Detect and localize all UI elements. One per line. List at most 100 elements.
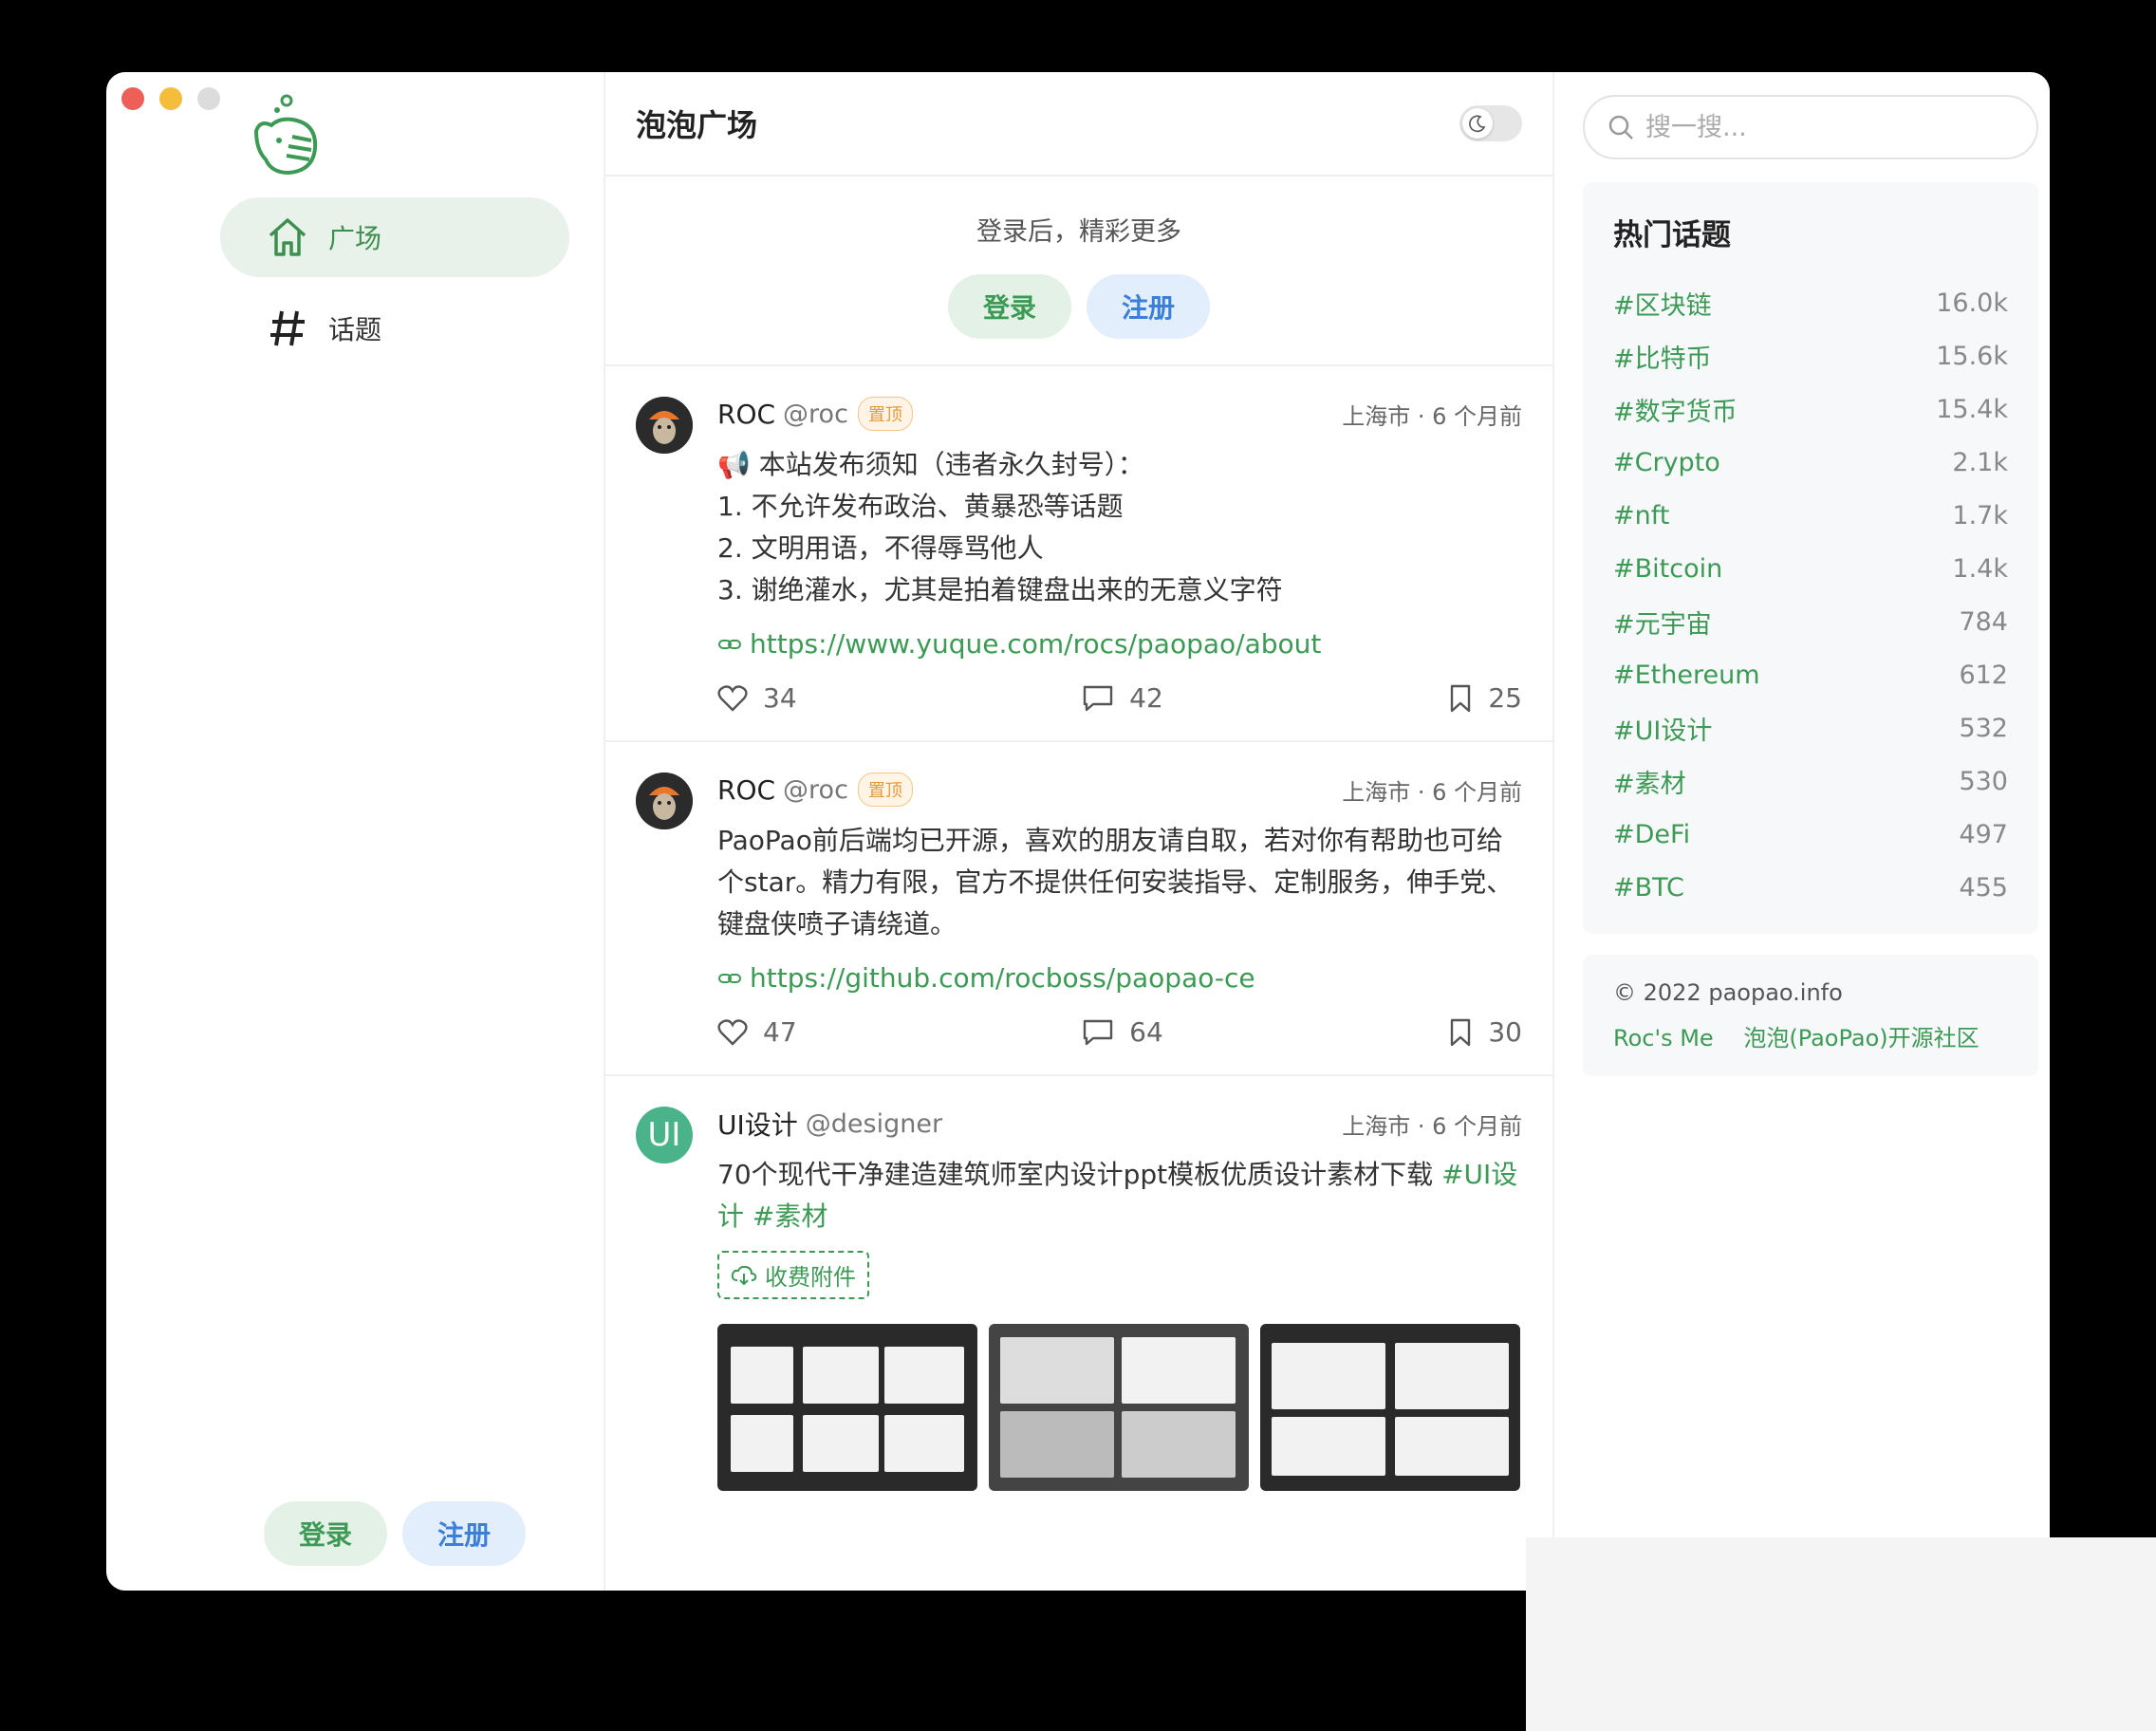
topic-item[interactable]: #元宇宙 784 xyxy=(1613,595,2008,648)
topic-count: 784 xyxy=(1959,606,2008,637)
topic-item[interactable]: #BTC 455 xyxy=(1613,861,2008,914)
register-button[interactable]: 注册 xyxy=(1087,274,1210,339)
topic-item[interactable]: #Crypto 2.1k xyxy=(1613,436,2008,489)
post-author-handle[interactable]: @roc xyxy=(783,775,848,805)
nav-label-square: 广场 xyxy=(328,223,382,254)
topic-item[interactable]: #DeFi 497 xyxy=(1613,808,2008,861)
avatar[interactable] xyxy=(636,397,693,454)
post-line: 📢 本站发布须知（违者永久封号）： xyxy=(717,449,1144,480)
topic-count: 15.4k xyxy=(1936,394,2008,424)
post-meta: 上海市 · 6 个月前 xyxy=(1342,1112,1522,1140)
link-icon xyxy=(718,639,741,649)
topic-item[interactable]: #nft 1.7k xyxy=(1613,489,2008,542)
topic-name[interactable]: #区块链 xyxy=(1613,285,1712,322)
topic-name[interactable]: #素材 xyxy=(1613,763,1686,800)
footer-link-community[interactable]: 泡泡(PaoPao)开源社区 xyxy=(1743,1025,1979,1052)
nav-item-topics[interactable]: 话题 xyxy=(220,288,569,368)
comment-button[interactable]: 64 xyxy=(1082,1016,1163,1048)
topic-name[interactable]: #nft xyxy=(1613,501,1669,530)
topic-name[interactable]: #Ethereum xyxy=(1613,661,1760,690)
topic-name[interactable]: #元宇宙 xyxy=(1613,604,1712,641)
bookmark-button[interactable]: 30 xyxy=(1448,1016,1522,1048)
hot-topics-panel: 热门话题 #区块链 16.0k #比特币 15.6k #数字货币 15.4k #Cry… xyxy=(1583,182,2038,934)
topic-count: 532 xyxy=(1959,713,2008,743)
post-line: 2. 文明用语，不得辱骂他人 xyxy=(717,532,1044,564)
sidebar-register-button[interactable]: 注册 xyxy=(402,1501,526,1566)
post-author-handle[interactable]: @roc xyxy=(783,400,848,429)
copyright: © 2022 paopao.info xyxy=(1613,979,1843,1006)
right-panel: 热门话题 #区块链 16.0k #比特币 15.6k #数字货币 15.4k #Cry… xyxy=(1554,72,2050,1591)
topic-item[interactable]: #Ethereum 612 xyxy=(1613,648,2008,701)
pinned-badge: 置顶 xyxy=(857,397,913,431)
nav-label-topics: 话题 xyxy=(328,314,382,345)
post-link-text[interactable]: https://github.com/rocboss/paopao-ce xyxy=(750,962,1255,994)
topic-item[interactable]: #区块链 16.0k xyxy=(1613,276,2008,329)
post-image[interactable] xyxy=(1260,1324,1520,1491)
search-input[interactable] xyxy=(1645,112,2006,142)
post-actions: 47 64 30 xyxy=(717,1016,1522,1048)
topic-name[interactable]: #Crypto xyxy=(1613,448,1720,477)
post-author-handle[interactable]: @designer xyxy=(806,1109,942,1139)
avatar[interactable] xyxy=(636,772,693,829)
footer-link-rocs-me[interactable]: Roc's Me xyxy=(1613,1025,1714,1052)
topic-name[interactable]: #UI设计 xyxy=(1613,710,1712,747)
bookmark-button[interactable]: 25 xyxy=(1448,682,1522,714)
hash-icon xyxy=(264,305,311,352)
bookmark-count: 30 xyxy=(1488,1016,1522,1048)
like-button[interactable]: 34 xyxy=(717,682,797,714)
topic-item[interactable]: #数字货币 15.4k xyxy=(1613,382,2008,436)
heart-icon xyxy=(717,684,748,712)
post-line: 3. 谢绝灌水，尤其是拍着键盘出来的无意义字符 xyxy=(717,574,1283,605)
topic-item[interactable]: #UI设计 532 xyxy=(1613,701,2008,754)
post-line: 1. 不允许发布政治、黄暴恐等话题 xyxy=(717,491,1124,522)
post-link[interactable]: https://github.com/rocboss/paopao-ce xyxy=(717,962,1522,994)
topic-count: 16.0k xyxy=(1936,288,2008,318)
paopao-logo-icon[interactable] xyxy=(251,93,326,177)
like-button[interactable]: 47 xyxy=(717,1016,797,1048)
watermark-overlay xyxy=(1526,1537,2156,1731)
post-link[interactable]: https://www.yuque.com/rocs/paopao/about xyxy=(717,628,1522,660)
topic-item[interactable]: #比特币 15.6k xyxy=(1613,329,2008,382)
cloud-download-icon xyxy=(731,1265,757,1285)
post-card[interactable]: ROC @roc 置顶 上海市 · 6 个月前 PaoPao前后端均已开源，喜欢… xyxy=(605,742,1552,1076)
dark-mode-toggle[interactable] xyxy=(1459,105,1522,141)
moon-icon xyxy=(1462,108,1493,139)
paid-attachment-button[interactable]: 收费附件 xyxy=(717,1251,869,1299)
avatar[interactable]: UI xyxy=(636,1107,693,1163)
topic-count: 1.7k xyxy=(1952,500,2008,530)
post-image[interactable] xyxy=(989,1324,1249,1491)
nav-item-square[interactable]: 广场 xyxy=(220,197,569,277)
post-author-name[interactable]: ROC xyxy=(717,774,775,806)
bookmark-icon xyxy=(1451,1018,1471,1046)
login-button[interactable]: 登录 xyxy=(948,274,1071,339)
topic-item[interactable]: #素材 530 xyxy=(1613,754,2008,808)
topic-count: 1.4k xyxy=(1952,553,2008,584)
comment-icon xyxy=(1083,1019,1113,1045)
comment-icon xyxy=(1083,685,1113,711)
bookmark-icon xyxy=(1451,684,1471,712)
topic-name[interactable]: #BTC xyxy=(1613,873,1684,903)
post-image[interactable] xyxy=(717,1324,977,1491)
topic-name[interactable]: #比特币 xyxy=(1613,338,1712,375)
post-author-name[interactable]: UI设计 xyxy=(717,1105,798,1143)
topic-name[interactable]: #Bitcoin xyxy=(1613,554,1722,584)
topic-name[interactable]: #数字货币 xyxy=(1613,391,1738,428)
main-header: 泡泡广场 xyxy=(605,72,1552,177)
post-card[interactable]: ROC @roc 置顶 上海市 · 6 个月前 📢 本站发布须知（违者永久封号）… xyxy=(605,366,1552,742)
topic-count: 2.1k xyxy=(1952,447,2008,477)
post-link-text[interactable]: https://www.yuque.com/rocs/paopao/about xyxy=(750,628,1321,660)
topic-name[interactable]: #DeFi xyxy=(1613,820,1690,849)
comment-button[interactable]: 42 xyxy=(1082,682,1163,714)
post-card[interactable]: UI UI设计 @designer 上海市 · 6 个月前 70个现代干净建造建… xyxy=(605,1076,1552,1517)
topic-count: 15.6k xyxy=(1936,341,2008,371)
post-content: 70个现代干净建造建筑师室内设计ppt模板优质设计素材下载 #UI设计 #素材 xyxy=(717,1154,1522,1238)
post-images xyxy=(717,1324,1522,1491)
post-line: 键盘侠喷子请绕道。 xyxy=(717,908,957,940)
post-tag[interactable]: #素材 xyxy=(753,1201,827,1232)
sidebar-login-button[interactable]: 登录 xyxy=(264,1501,387,1566)
bookmark-count: 25 xyxy=(1488,682,1522,714)
pinned-badge: 置顶 xyxy=(857,772,913,807)
post-author-name[interactable]: ROC xyxy=(717,399,775,430)
search-box[interactable] xyxy=(1583,95,2038,159)
topic-item[interactable]: #Bitcoin 1.4k xyxy=(1613,542,2008,595)
